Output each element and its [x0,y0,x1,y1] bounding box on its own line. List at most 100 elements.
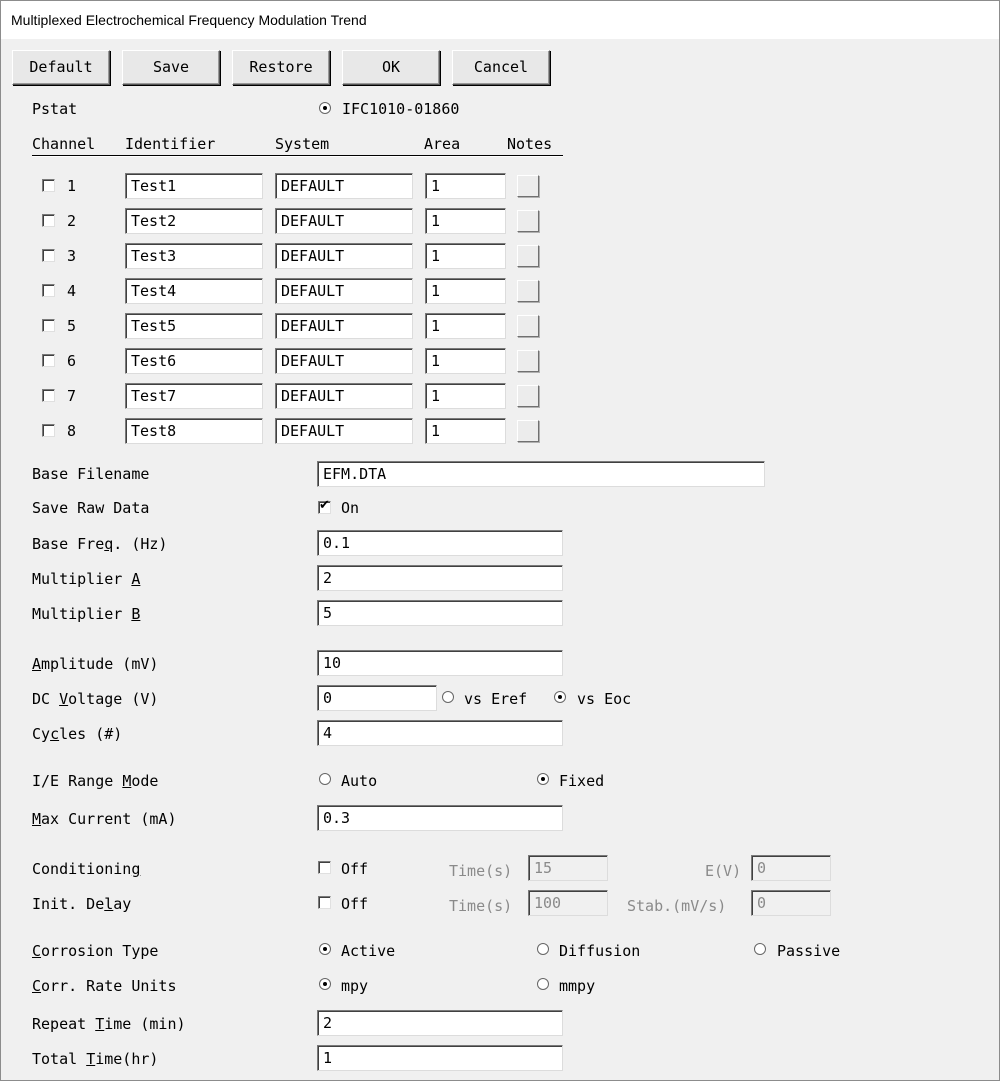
area-input[interactable]: 1 [425,173,506,199]
corrosion-type-label: Corrosion Type [32,942,159,960]
corrosion-passive-radio[interactable] [754,943,766,955]
system-input[interactable]: DEFAULT [275,383,413,409]
save-button[interactable]: Save [122,50,220,85]
init-delay-time-input[interactable]: 100 [528,890,608,916]
notes-button[interactable] [517,350,539,372]
multiplier-a-input[interactable]: 2 [317,565,563,591]
system-input[interactable]: DEFAULT [275,278,413,304]
dc-voltage-input[interactable]: 0 [317,685,437,711]
pstat-label: Pstat [32,100,78,118]
init-delay-label: Init. Delay [32,895,132,913]
init-delay-stab-input[interactable]: 0 [751,890,831,916]
system-input[interactable]: DEFAULT [275,243,413,269]
pstat-radio[interactable] [319,102,331,114]
area-input[interactable]: 1 [425,313,506,339]
channel-checkbox[interactable] [42,389,55,402]
default-button[interactable]: Default [12,50,110,85]
save-raw-data-checkbox[interactable]: ✔ [318,498,331,514]
channel-checkbox[interactable] [42,214,55,227]
header-area: Area [424,135,461,153]
system-input[interactable]: DEFAULT [275,418,413,444]
channel-checkbox[interactable] [42,424,55,437]
identifier-input[interactable]: Test4 [125,278,263,304]
channel-checkbox[interactable] [42,249,55,262]
conditioning-time-input[interactable]: 15 [528,855,608,881]
system-input[interactable]: DEFAULT [275,173,413,199]
channel-checkbox[interactable] [42,319,55,332]
corrosion-diffusion-radio[interactable] [537,943,549,955]
header-system: System [275,135,330,153]
notes-button[interactable] [517,280,539,302]
system-input[interactable]: DEFAULT [275,313,413,339]
vs-eoc-label: vs Eoc [577,690,632,708]
channel-checkbox[interactable] [42,179,55,192]
ie-range-auto-radio[interactable] [319,773,331,785]
base-freq-input[interactable]: 0.1 [317,530,563,556]
system-input[interactable]: DEFAULT [275,208,413,234]
notes-button[interactable] [517,420,539,442]
identifier-input[interactable]: Test1 [125,173,263,199]
identifier-input[interactable]: Test7 [125,383,263,409]
area-input[interactable]: 1 [425,243,506,269]
area-input[interactable]: 1 [425,348,506,374]
area-input[interactable]: 1 [425,208,506,234]
corrosion-active-radio[interactable] [319,943,331,955]
notes-button[interactable] [517,210,539,232]
area-input[interactable]: 1 [425,278,506,304]
area-input[interactable]: 1 [425,418,506,444]
channel-number: 6 [67,352,77,370]
total-time-label: Total Time(hr) [32,1050,159,1068]
header-identifier: Identifier [125,135,216,153]
notes-button[interactable] [517,315,539,337]
conditioning-label: Conditioning [32,860,141,878]
notes-button[interactable] [517,175,539,197]
base-freq-label: Base Freq. (Hz) [32,535,168,553]
max-current-input[interactable]: 0.3 [317,805,563,831]
vs-eref-radio[interactable] [442,691,454,703]
multiplier-b-input[interactable]: 5 [317,600,563,626]
identifier-input[interactable]: Test6 [125,348,263,374]
corrosion-passive-label: Passive [777,942,841,960]
channel-number: 8 [67,422,77,440]
area-input[interactable]: 1 [425,383,506,409]
units-mpy-radio[interactable] [319,978,331,990]
units-mmpy-radio[interactable] [537,978,549,990]
cancel-button[interactable]: Cancel [452,50,550,85]
channel-number: 3 [67,247,77,265]
ok-button[interactable]: OK [342,50,440,85]
cycles-input[interactable]: 4 [317,720,563,746]
notes-button[interactable] [517,245,539,267]
units-mmpy-label: mmpy [559,977,596,995]
conditioning-checkbox[interactable] [318,861,331,874]
identifier-input[interactable]: Test5 [125,313,263,339]
init-delay-stab-label: Stab.(mV/s) [627,897,727,915]
corr-rate-units-label: Corr. Rate Units [32,977,177,995]
ie-range-fixed-label: Fixed [559,772,605,790]
ie-range-mode-label: I/E Range Mode [32,772,159,790]
header-divider [32,155,563,157]
channel-checkbox[interactable] [42,284,55,297]
restore-button[interactable]: Restore [232,50,330,85]
notes-button[interactable] [517,385,539,407]
header-channel: Channel [32,135,96,153]
init-delay-time-label: Time(s) [449,897,513,915]
total-time-input[interactable]: 1 [317,1045,563,1071]
multiplier-b-label: Multiplier B [32,605,141,623]
channel-checkbox[interactable] [42,354,55,367]
units-mpy-label: mpy [341,977,369,995]
channel-number: 4 [67,282,77,300]
system-input[interactable]: DEFAULT [275,348,413,374]
repeat-time-input[interactable]: 2 [317,1010,563,1036]
multiplier-a-label: Multiplier A [32,570,141,588]
amplitude-input[interactable]: 10 [317,650,563,676]
identifier-input[interactable]: Test8 [125,418,263,444]
vs-eoc-radio[interactable] [554,691,566,703]
identifier-input[interactable]: Test3 [125,243,263,269]
base-filename-input[interactable]: EFM.DTA [317,461,765,487]
channel-number: 7 [67,387,77,405]
init-delay-checkbox[interactable] [318,896,331,909]
ie-range-fixed-radio[interactable] [537,773,549,785]
identifier-input[interactable]: Test2 [125,208,263,234]
checkmark-icon: ✔ [319,498,330,513]
conditioning-e-input[interactable]: 0 [751,855,831,881]
